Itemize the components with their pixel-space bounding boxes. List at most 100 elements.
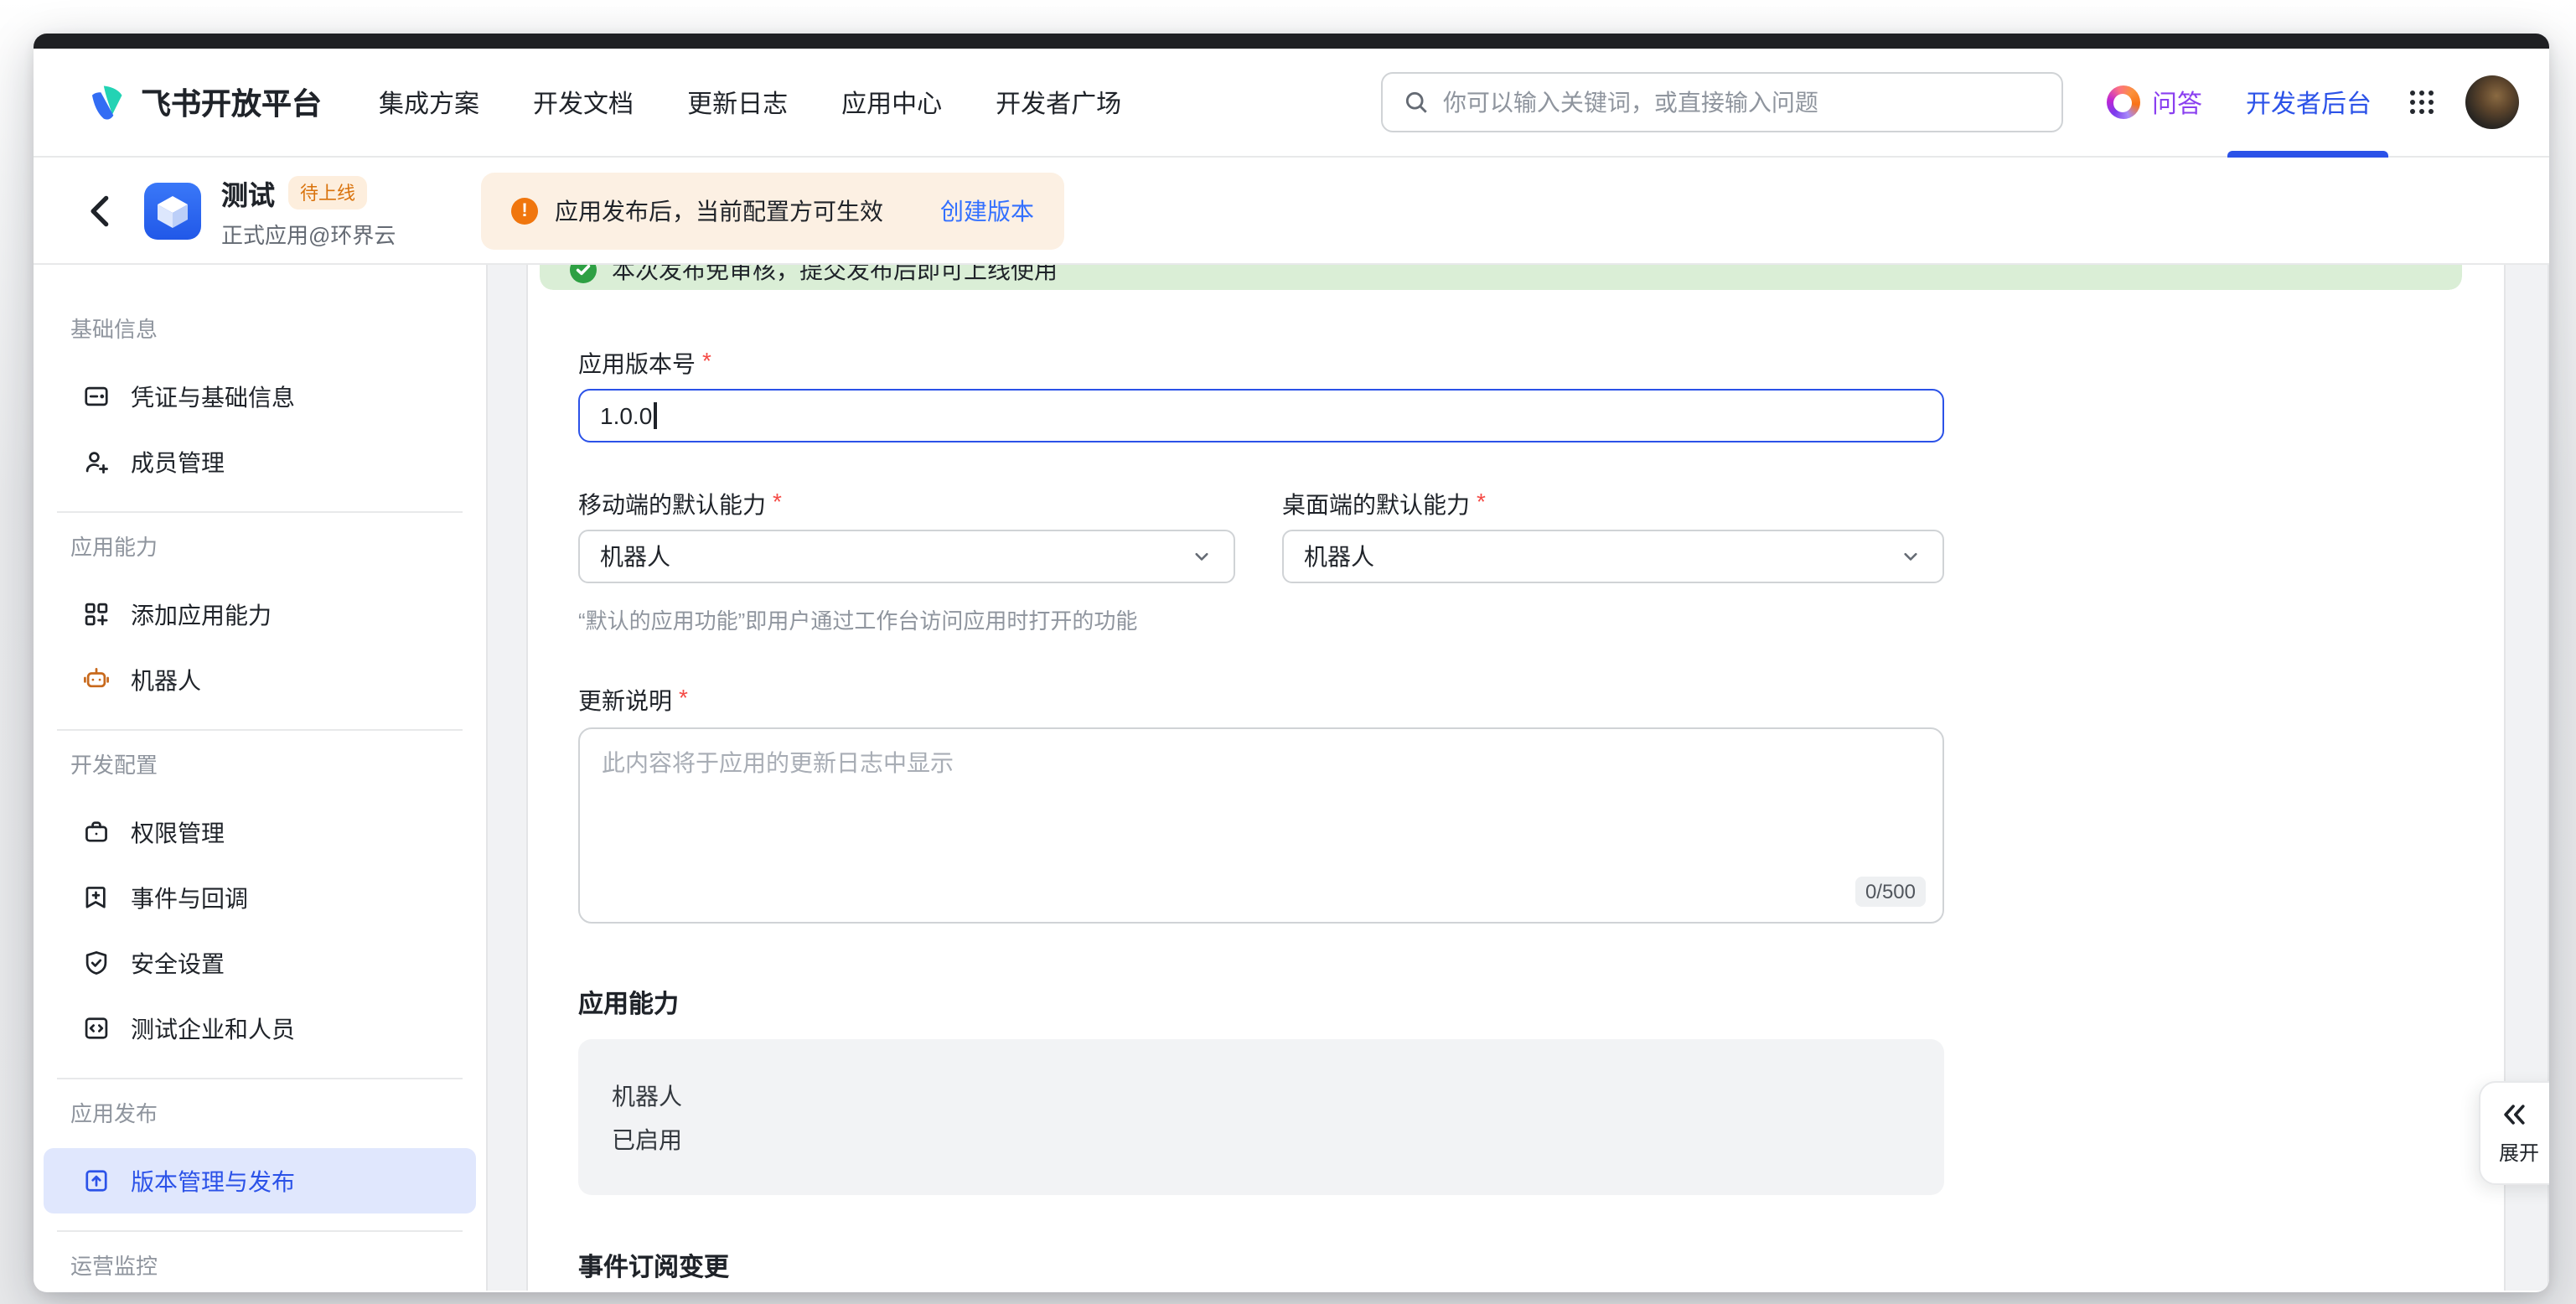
sidebar-item-label: 事件与回调 (131, 881, 248, 914)
grid-dots-icon (2408, 89, 2435, 116)
version-label: 应用版本号* (578, 347, 1944, 375)
search-input[interactable] (1443, 89, 2041, 116)
mobile-capability-value: 机器人 (600, 540, 670, 573)
window-top-chrome (34, 34, 2549, 49)
release-notes-textarea[interactable]: 此内容将于应用的更新日志中显示 0/500 (578, 727, 1944, 924)
back-button[interactable] (87, 194, 124, 227)
shield-check-icon (80, 949, 111, 977)
sidebar-section-capabilities: 应用能力 (34, 530, 486, 561)
release-notes-placeholder: 此内容将于应用的更新日志中显示 (602, 746, 954, 779)
sidebar-item-label: 测试企业和人员 (131, 1012, 295, 1045)
sidebar-section-dev-config: 开发配置 (34, 748, 486, 779)
success-banner-clipped: 本次发布免审核，提交发布后即可上线使用 (540, 265, 2462, 290)
required-mark: * (773, 488, 782, 516)
sidebar-item-add-capability[interactable]: 添加应用能力 (44, 582, 476, 647)
qa-entry[interactable]: 问答 (2107, 85, 2202, 120)
nav-item-changelog[interactable]: 更新日志 (687, 85, 788, 120)
text-caret (654, 402, 656, 429)
sidebar-divider (57, 1078, 463, 1079)
capability-hint: “默认的应用功能”即用户通过工作台访问应用时打开的功能 (578, 603, 1944, 635)
required-mark: * (702, 347, 711, 375)
nav-item-docs[interactable]: 开发文档 (533, 85, 634, 120)
status-badge: 待上线 (288, 175, 367, 209)
developer-console-label: 开发者后台 (2246, 85, 2372, 120)
publish-arrow-icon (80, 1167, 111, 1195)
active-tab-underline (2228, 150, 2389, 157)
sidebar-item-events[interactable]: 事件与回调 (44, 865, 476, 930)
id-card-icon (80, 382, 111, 411)
sidebar-item-label: 权限管理 (131, 815, 225, 849)
sidebar-section-release: 应用发布 (34, 1096, 486, 1128)
sidebar-item-label: 成员管理 (131, 445, 225, 479)
sidebar-item-label: 凭证与基础信息 (131, 380, 295, 413)
app-icon (144, 182, 201, 239)
app-name: 测试 (221, 172, 275, 212)
sidebar-item-members[interactable]: 成员管理 (44, 429, 476, 494)
tab-developer-console[interactable]: 开发者后台 (2246, 48, 2372, 157)
char-counter: 0/500 (1855, 877, 1926, 907)
body: 基础信息 凭证与基础信息 成员管理 应用能力 (34, 265, 2549, 1291)
briefcase-icon (80, 818, 111, 846)
sidebar-item-bot[interactable]: 机器人 (44, 647, 476, 712)
app-header: 测试 待上线 正式应用@环界云 ! 应用发布后，当前配置方可生效 创建版本 (34, 158, 2549, 265)
feishu-logo-icon (84, 80, 127, 124)
robot-icon (80, 665, 111, 694)
sidebar-item-label: 安全设置 (131, 946, 225, 980)
chevron-down-icon (1899, 545, 1922, 568)
create-version-link[interactable]: 创建版本 (940, 194, 1034, 228)
app-meta: 测试 待上线 正式应用@环界云 (221, 172, 396, 249)
desktop-capability-value: 机器人 (1304, 540, 1374, 573)
warning-icon: ! (511, 198, 538, 225)
desktop-capability-label: 桌面端的默认能力* (1282, 488, 1944, 516)
capability-status: 已启用 (612, 1118, 1911, 1162)
apps-grid-button[interactable] (2408, 89, 2435, 116)
sidebar-section-basic-info: 基础信息 (34, 312, 486, 344)
sidebar-item-permissions[interactable]: 权限管理 (44, 799, 476, 865)
sidebar-divider (57, 1230, 463, 1232)
app-capability-panel: 机器人 已启用 (578, 1039, 1944, 1195)
release-notes-label: 更新说明* (578, 684, 1944, 712)
sidebar-scrollbar-gutter[interactable] (486, 265, 528, 1291)
nav-menu: 集成方案 开发文档 更新日志 应用中心 开发者广场 (379, 85, 1121, 120)
back-chevron-icon (87, 194, 114, 227)
sidebar-item-label: 添加应用能力 (131, 598, 272, 631)
app-subtitle: 正式应用@环界云 (221, 217, 396, 249)
capability-name: 机器人 (612, 1074, 1911, 1118)
event-subscription-title: 事件订阅变更 (578, 1249, 1944, 1284)
search-box[interactable] (1381, 72, 2063, 132)
sidebar-item-credentials[interactable]: 凭证与基础信息 (44, 364, 476, 429)
version-input[interactable]: 1.0.0 (578, 389, 1944, 442)
search-icon (1403, 89, 1430, 116)
publish-warning-banner: ! 应用发布后，当前配置方可生效 创建版本 (481, 173, 1064, 250)
nav-item-app-center[interactable]: 应用中心 (841, 85, 942, 120)
desktop-capability-select[interactable]: 机器人 (1282, 530, 1944, 583)
warning-text: 应用发布后，当前配置方可生效 (555, 194, 883, 228)
qa-label: 问答 (2152, 85, 2202, 120)
main-content: 本次发布免审核，提交发布后即可上线使用 应用版本号* 1.0.0 移动端的默认能… (528, 265, 2504, 1291)
sidebar-divider (57, 729, 463, 731)
sidebar-item-label: 机器人 (131, 663, 201, 696)
expand-panel-button[interactable]: 展开 (2479, 1081, 2549, 1185)
nav-item-dev-plaza[interactable]: 开发者广场 (996, 85, 1121, 120)
version-value: 1.0.0 (600, 402, 652, 429)
required-mark: * (1477, 488, 1486, 516)
sidebar-item-security[interactable]: 安全设置 (44, 930, 476, 996)
sidebar-item-label: 版本管理与发布 (131, 1164, 295, 1198)
person-add-icon (80, 448, 111, 476)
sidebar-section-monitoring: 运营监控 (34, 1249, 486, 1281)
nav-item-solutions[interactable]: 集成方案 (379, 85, 479, 120)
expand-label: 展开 (2499, 1138, 2539, 1167)
grid-add-icon (80, 600, 111, 629)
app-capability-title: 应用能力 (578, 986, 1944, 1021)
success-check-icon (570, 265, 597, 283)
sidebar-item-test-org[interactable]: 测试企业和人员 (44, 996, 476, 1061)
sidebar: 基础信息 凭证与基础信息 成员管理 应用能力 (34, 265, 486, 1291)
code-square-icon (80, 1014, 111, 1043)
avatar[interactable] (2465, 75, 2519, 129)
mobile-capability-select[interactable]: 机器人 (578, 530, 1235, 583)
top-nav: 飞书开放平台 集成方案 开发文档 更新日志 应用中心 开发者广场 问答 开发者后… (34, 49, 2549, 158)
chevron-down-icon (1190, 545, 1213, 568)
sidebar-item-version-release[interactable]: 版本管理与发布 (44, 1148, 476, 1213)
feishu-logo[interactable]: 飞书开放平台 (84, 80, 322, 124)
success-banner-text: 本次发布免审核，提交发布后即可上线使用 (612, 265, 1058, 287)
